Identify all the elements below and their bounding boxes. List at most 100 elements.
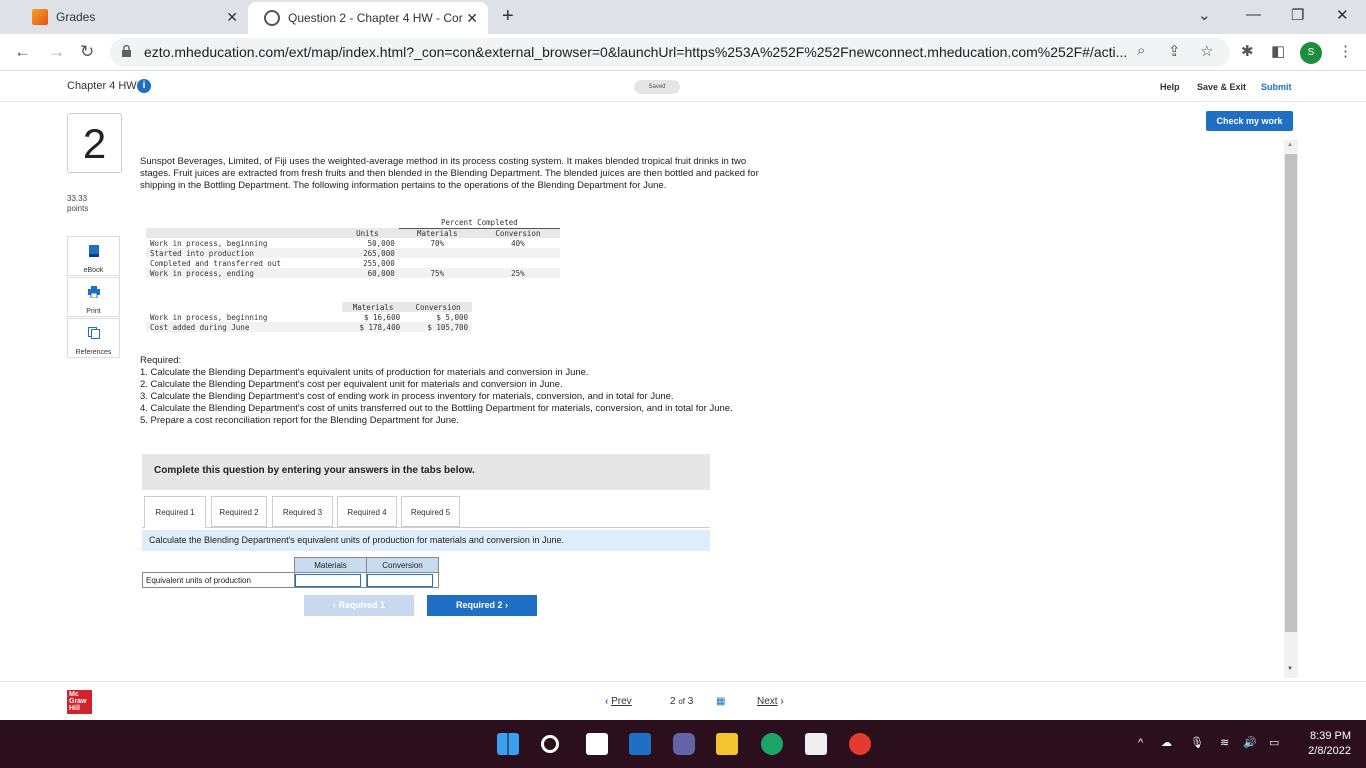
address-bar[interactable]: ezto.mheducation.com/ext/map/index.html?… bbox=[110, 38, 1230, 67]
side-panel-icon[interactable]: ◧ bbox=[1271, 42, 1285, 60]
windows-taskbar: ^ ☁ 🎙 ≋ 🔊 ▭ 8:39 PM 2/8/2022 bbox=[0, 720, 1366, 768]
tab-grades[interactable]: Grades ✕ bbox=[16, 0, 248, 34]
ebook-label: eBook bbox=[83, 267, 104, 274]
submit-link[interactable]: Submit bbox=[1261, 82, 1292, 92]
profile-avatar[interactable]: S bbox=[1300, 42, 1322, 64]
chat-icon[interactable] bbox=[673, 733, 695, 755]
restore-icon[interactable]: ❐ bbox=[1291, 6, 1304, 24]
bookmark-star-icon[interactable]: ☆ bbox=[1200, 42, 1213, 60]
browser-tab-strip: Grades ✕ Question 2 - Chapter 4 HW - Cor… bbox=[0, 0, 1366, 34]
check-my-work-button[interactable]: Check my work bbox=[1206, 111, 1293, 131]
tab-required-3[interactable]: Required 3 bbox=[272, 496, 333, 527]
onedrive-icon[interactable]: ☁ bbox=[1161, 736, 1172, 749]
print-label: Print bbox=[86, 308, 101, 315]
row-label: Completed and transferred out bbox=[150, 258, 281, 268]
help-link[interactable]: Help bbox=[1160, 82, 1180, 92]
units-cell: 60,000 bbox=[367, 268, 395, 278]
assignment-title: Chapter 4 HW bbox=[67, 80, 137, 92]
materials-cell bbox=[399, 258, 476, 268]
required-item: 3. Calculate the Blending Department's c… bbox=[140, 391, 674, 402]
search-icon[interactable] bbox=[541, 735, 559, 753]
minimize-icon[interactable]: — bbox=[1246, 6, 1261, 23]
materials-cell: $ 16,600 bbox=[363, 312, 401, 322]
extensions-icon[interactable]: ✱ bbox=[1241, 42, 1254, 60]
prev-required-label: Required 1 bbox=[338, 600, 385, 610]
menu-kebab-icon[interactable]: ⋮ bbox=[1338, 42, 1353, 60]
answer-banner-text: Complete this question by entering your … bbox=[154, 465, 475, 476]
scroll-down-icon[interactable]: ▼ bbox=[1287, 666, 1293, 672]
logo-line: Graw bbox=[69, 698, 87, 705]
grid-view-icon[interactable]: ▦ bbox=[716, 696, 725, 707]
tab-required-2[interactable]: Required 2 bbox=[211, 496, 267, 527]
answer-table: Materials Conversion Equivalent units of… bbox=[142, 557, 439, 588]
next-question-link[interactable]: Next › bbox=[757, 696, 784, 707]
globe-favicon-icon bbox=[264, 10, 280, 26]
logo-line: Hill bbox=[69, 705, 80, 712]
table-row: Work in process, beginning $ 16,600 $ 5,… bbox=[146, 312, 472, 322]
conversion-cell: $ 105,700 bbox=[427, 322, 468, 332]
next-label: Next bbox=[757, 696, 778, 707]
print-button[interactable]: Print bbox=[67, 277, 120, 317]
prev-label: Prev bbox=[611, 696, 632, 707]
units-cell: 255,000 bbox=[363, 258, 395, 268]
conversion-col-header: Conversion bbox=[415, 302, 461, 312]
widgets-icon[interactable] bbox=[629, 733, 651, 755]
conversion-input[interactable] bbox=[367, 573, 433, 587]
scrollbar-thumb[interactable] bbox=[1285, 154, 1297, 632]
points-number: 33.33 bbox=[67, 194, 88, 203]
materials-col-header: Materials bbox=[416, 228, 458, 238]
tab-required-1[interactable]: Required 1 bbox=[144, 496, 206, 528]
row-label: Work in process, ending bbox=[150, 268, 254, 278]
info-icon[interactable]: i bbox=[137, 79, 151, 93]
chevron-right-icon: › bbox=[502, 600, 508, 610]
chevron-up-icon[interactable]: ^ bbox=[1138, 737, 1143, 749]
zoom-icon[interactable]: ⌕ bbox=[1137, 42, 1145, 59]
battery-icon[interactable]: ▭ bbox=[1269, 736, 1279, 749]
back-arrow-icon[interactable]: ← bbox=[14, 42, 31, 62]
tab-question[interactable]: Question 2 - Chapter 4 HW - Cor ✕ bbox=[248, 2, 488, 34]
chrome-icon[interactable] bbox=[849, 733, 871, 755]
browser-toolbar: ← → ↻ ezto.mheducation.com/ext/map/index… bbox=[0, 34, 1366, 71]
scroll-up-icon[interactable]: ▲ bbox=[1287, 142, 1293, 148]
close-tab-icon[interactable]: ✕ bbox=[466, 10, 478, 27]
page-of: of bbox=[678, 697, 686, 706]
clock[interactable]: 8:39 PM 2/8/2022 bbox=[1303, 730, 1351, 757]
tab-title: Grades bbox=[56, 10, 96, 24]
close-window-icon[interactable]: ✕ bbox=[1336, 6, 1349, 24]
forward-arrow-icon[interactable]: → bbox=[48, 42, 65, 62]
tab-required-5[interactable]: Required 5 bbox=[401, 496, 460, 527]
share-icon[interactable]: ⇪ bbox=[1168, 42, 1181, 60]
start-icon[interactable] bbox=[497, 733, 519, 755]
volume-icon[interactable]: 🔊 bbox=[1243, 736, 1257, 749]
new-tab-button[interactable]: + bbox=[502, 5, 514, 28]
next-required-button[interactable]: Required 2 › bbox=[427, 595, 537, 616]
required-instructions: Required: 1. Calculate the Blending Depa… bbox=[140, 355, 770, 427]
task-view-icon[interactable] bbox=[586, 733, 608, 755]
materials-cell bbox=[399, 248, 476, 258]
prev-question-link[interactable]: ‹ Prev bbox=[605, 696, 632, 707]
prev-required-button[interactable]: ‹ Required 1 bbox=[304, 595, 414, 616]
save-exit-link[interactable]: Save & Exit bbox=[1197, 82, 1246, 92]
question-intro: Sunspot Beverages, Limited, of Fiji uses… bbox=[140, 156, 759, 191]
ebook-button[interactable]: eBook bbox=[67, 236, 120, 276]
question-navigation-footer: Mc Graw Hill ‹ Prev 2 of 3 ▦ Next › bbox=[0, 681, 1366, 719]
tab-search-icon[interactable]: ⌄ bbox=[1198, 6, 1211, 24]
page-indicator: 2 of 3 bbox=[670, 696, 693, 707]
file-explorer-icon[interactable] bbox=[716, 733, 738, 755]
reload-icon[interactable]: ↻ bbox=[80, 42, 94, 62]
tab-required-4[interactable]: Required 4 bbox=[337, 496, 397, 527]
references-button[interactable]: References bbox=[67, 318, 120, 358]
close-tab-icon[interactable]: ✕ bbox=[226, 9, 238, 26]
store-icon[interactable] bbox=[805, 733, 827, 755]
percent-completed-header: Percent Completed bbox=[398, 218, 560, 229]
conversion-col-header: Conversion bbox=[366, 557, 439, 573]
edge-icon[interactable] bbox=[761, 733, 783, 755]
materials-input[interactable] bbox=[295, 573, 361, 587]
microphone-icon[interactable]: 🎙 bbox=[1190, 736, 1204, 749]
date-text: 2/8/2022 bbox=[1308, 745, 1351, 757]
row-label: Cost added during June bbox=[150, 322, 250, 332]
lock-icon bbox=[122, 45, 131, 57]
wifi-icon[interactable]: ≋ bbox=[1220, 736, 1229, 749]
conversion-cell: 40% bbox=[511, 238, 525, 248]
row-label: Work in process, beginning bbox=[150, 312, 268, 322]
